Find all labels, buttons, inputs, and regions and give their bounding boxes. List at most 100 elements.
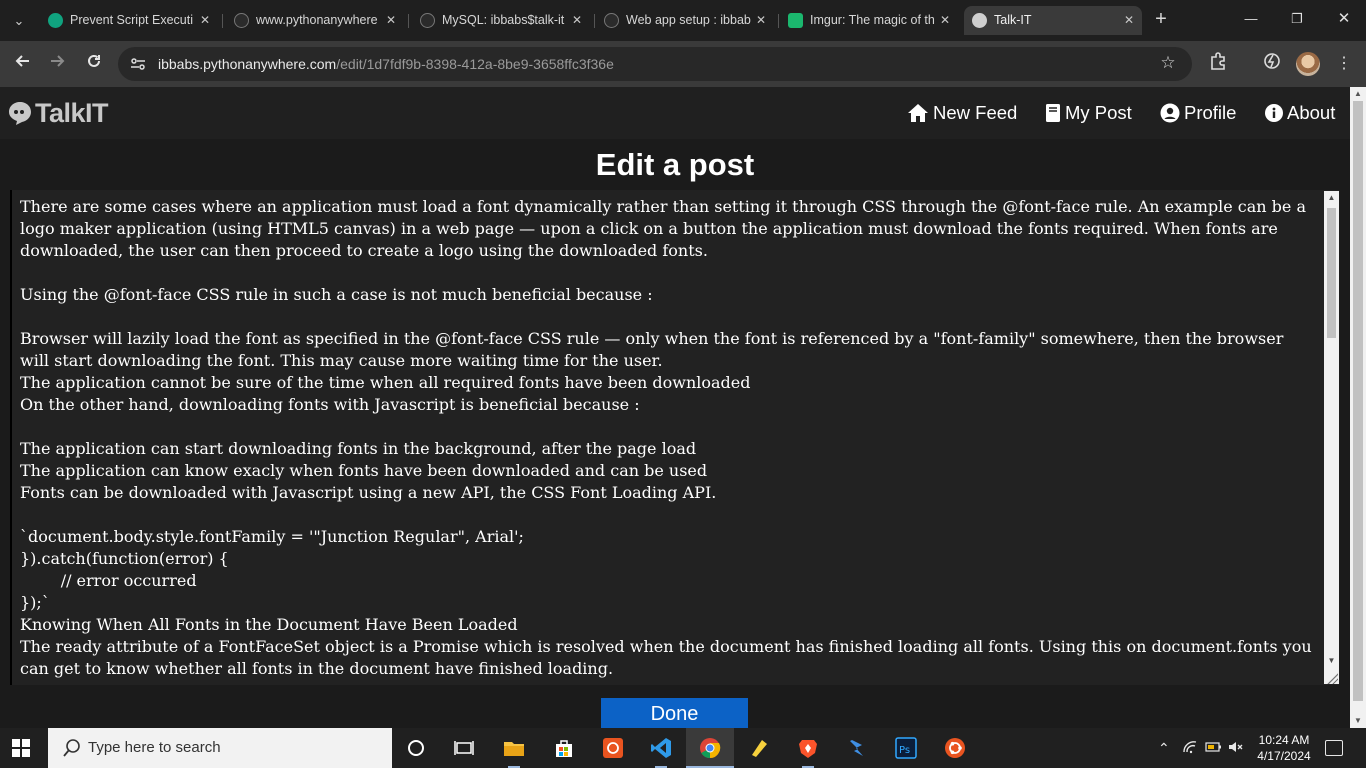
- tab-separator: [594, 14, 595, 28]
- page-title: Edit a post: [595, 147, 755, 182]
- bookmark-star-icon[interactable]: ☆: [1158, 53, 1178, 73]
- task-view-icon[interactable]: [440, 728, 488, 768]
- page-scroll-up-arrow-icon[interactable]: ▲: [1350, 87, 1366, 101]
- close-tab-icon[interactable]: ✕: [572, 6, 582, 35]
- vscode-icon[interactable]: [637, 728, 685, 768]
- nav-new-feed[interactable]: New Feed: [907, 100, 1017, 126]
- nav-my-post[interactable]: My Post: [1045, 100, 1132, 126]
- dev-tool-icon[interactable]: [833, 728, 881, 768]
- clock-time: 10:24 AM: [1258, 733, 1310, 747]
- address-bar[interactable]: ibbabs.pythonanywhere.com/edit/1d7fdf9b-…: [118, 47, 1192, 81]
- ubuntu-app-icon[interactable]: [931, 728, 979, 768]
- clock-date: 4/17/2024: [1257, 749, 1311, 763]
- reload-icon[interactable]: [81, 51, 107, 77]
- notifications-icon[interactable]: [1325, 740, 1343, 756]
- nav-about-label: About: [1287, 102, 1336, 123]
- textarea-resize-handle[interactable]: [1326, 672, 1338, 684]
- textarea-scrollbar[interactable]: ▲ ▼: [1324, 191, 1339, 684]
- wifi-icon[interactable]: [1182, 740, 1198, 757]
- close-tab-icon[interactable]: ✕: [1124, 6, 1134, 35]
- tab-title: Imgur: The magic of th: [810, 13, 935, 27]
- windows-taskbar: Type here to search Ps ⌃ 10:24 AM 4/17/2…: [0, 728, 1366, 768]
- page-scroll-down-arrow-icon[interactable]: ▼: [1350, 714, 1366, 728]
- pythonanywhere-favicon-icon: [604, 13, 619, 28]
- browser-tab-strip: ⌄ Prevent Script Executi ✕ www.pythonany…: [0, 0, 1366, 41]
- nav-my-post-label: My Post: [1065, 102, 1132, 123]
- nav-new-feed-label: New Feed: [933, 102, 1018, 123]
- page-scrollbar-thumb[interactable]: [1353, 101, 1363, 701]
- browser-toolbar: ibbabs.pythonanywhere.com/edit/1d7fdf9b-…: [0, 41, 1366, 87]
- book-icon: [1046, 104, 1060, 122]
- pythonanywhere-favicon-icon: [420, 13, 435, 28]
- site-header: TalkIT New Feed My Post Profile About: [0, 87, 1350, 139]
- tab-title: Prevent Script Executi: [70, 13, 193, 27]
- tab-separator: [408, 14, 409, 28]
- tab-mysql[interactable]: MySQL: ibbabs$talk-it ✕: [412, 6, 590, 35]
- site-info-tune-icon[interactable]: [130, 56, 146, 72]
- logo-text: TalkIT: [35, 97, 109, 128]
- microsoft-store-icon[interactable]: [540, 728, 588, 768]
- tab-title: Talk-IT: [994, 13, 1032, 27]
- talkit-logo-icon: [6, 100, 34, 126]
- close-window-icon[interactable]: ✕: [1333, 8, 1355, 30]
- chatgpt-favicon-icon: [48, 13, 63, 28]
- forward-arrow-icon[interactable]: [45, 51, 71, 77]
- sticky-notes-icon[interactable]: [735, 728, 783, 768]
- extensions-puzzle-icon[interactable]: [1206, 52, 1230, 76]
- scroll-up-arrow-icon[interactable]: ▲: [1324, 191, 1339, 205]
- search-placeholder: Type here to search: [88, 739, 221, 756]
- done-button[interactable]: Done: [601, 698, 748, 728]
- taskbar-clock[interactable]: 10:24 AM 4/17/2024: [1250, 732, 1318, 764]
- chrome-icon[interactable]: [686, 728, 734, 768]
- tab-title: MySQL: ibbabs$talk-it: [442, 13, 565, 27]
- url-host: ibbabs.pythonanywhere.com: [158, 56, 337, 72]
- new-tab-plus-icon[interactable]: +: [1150, 8, 1172, 30]
- profile-avatar[interactable]: [1296, 52, 1320, 76]
- web-page: TalkIT New Feed My Post Profile About Ed…: [0, 87, 1350, 728]
- close-tab-icon[interactable]: ✕: [756, 6, 766, 35]
- close-tab-icon[interactable]: ✕: [200, 6, 210, 35]
- imgur-favicon-icon: [788, 13, 803, 28]
- scroll-down-arrow-icon[interactable]: ▼: [1324, 654, 1339, 668]
- nav-profile-label: Profile: [1184, 102, 1237, 123]
- tab-pythonanywhere[interactable]: www.pythonanywhere ✕: [226, 6, 404, 35]
- nav-about[interactable]: About: [1265, 100, 1335, 126]
- close-tab-icon[interactable]: ✕: [940, 6, 950, 35]
- photoshop-icon[interactable]: Ps: [882, 728, 930, 768]
- brave-browser-icon[interactable]: [784, 728, 832, 768]
- ubuntu-terminal-icon[interactable]: [589, 728, 637, 768]
- tab-imgur[interactable]: Imgur: The magic of th ✕: [780, 6, 958, 35]
- nav-profile[interactable]: Profile: [1160, 100, 1236, 126]
- close-tab-icon[interactable]: ✕: [386, 6, 396, 35]
- minimize-window-icon[interactable]: —: [1240, 8, 1262, 30]
- tab-title: www.pythonanywhere: [256, 13, 378, 27]
- battery-plug-icon[interactable]: [1205, 740, 1223, 757]
- pythonanywhere-favicon-icon: [234, 13, 249, 28]
- tab-title: Web app setup : ibbab: [626, 13, 751, 27]
- restore-window-icon[interactable]: ❐: [1286, 8, 1308, 30]
- textarea-scrollbar-thumb[interactable]: [1327, 208, 1336, 338]
- page-scrollbar[interactable]: ▲ ▼: [1350, 87, 1366, 728]
- taskbar-search-box[interactable]: Type here to search: [48, 728, 392, 768]
- tab-prevent-script[interactable]: Prevent Script Executi ✕: [40, 6, 218, 35]
- tab-talk-it[interactable]: Talk-IT ✕: [964, 6, 1142, 35]
- cortana-icon[interactable]: [392, 728, 440, 768]
- post-body-text[interactable]: There are some cases where an applicatio…: [20, 196, 1315, 681]
- volume-muted-icon[interactable]: [1228, 740, 1244, 757]
- tab-search-chevron-icon[interactable]: ⌄: [8, 10, 30, 32]
- site-logo[interactable]: TalkIT: [6, 96, 109, 130]
- windows-start-icon[interactable]: [12, 739, 30, 757]
- tab-separator: [222, 14, 223, 28]
- show-hidden-icons-chevron-icon[interactable]: ⌃: [1158, 740, 1170, 756]
- tab-web-app-setup[interactable]: Web app setup : ibbab ✕: [596, 6, 774, 35]
- performance-icon[interactable]: [1260, 52, 1284, 76]
- home-icon: [908, 104, 928, 122]
- search-icon: [63, 739, 80, 757]
- talkit-favicon-icon: [972, 13, 987, 28]
- file-explorer-icon[interactable]: [490, 728, 538, 768]
- post-body-textarea[interactable]: There are some cases where an applicatio…: [10, 190, 1339, 685]
- back-arrow-icon[interactable]: [9, 51, 35, 77]
- tab-separator: [778, 14, 779, 28]
- user-circle-icon: [1160, 103, 1180, 123]
- more-menu-icon[interactable]: ⋮: [1332, 52, 1356, 76]
